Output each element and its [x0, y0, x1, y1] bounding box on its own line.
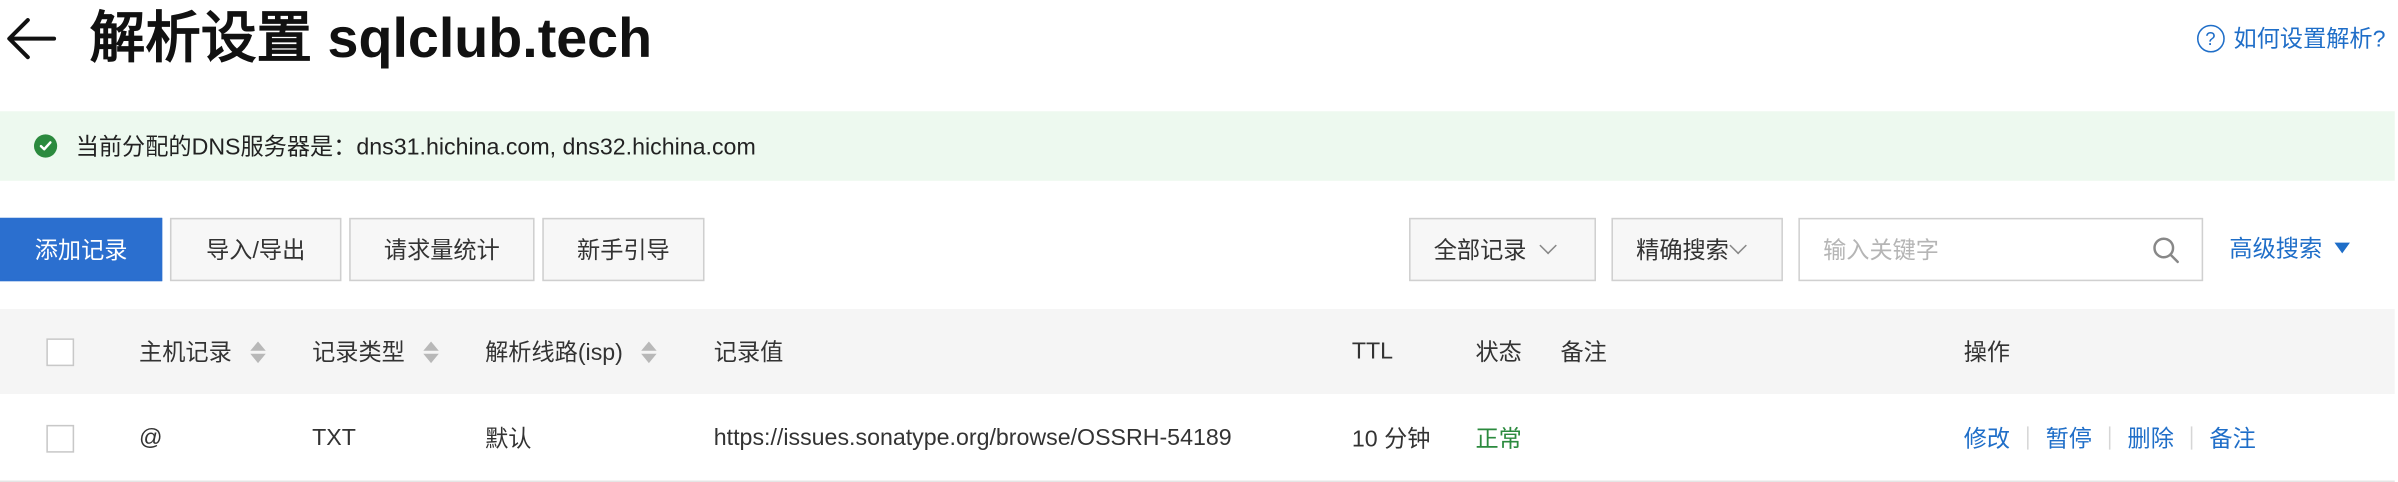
search-mode-select[interactable]: 精确搜索	[1611, 217, 1783, 282]
keyword-search-box	[1798, 217, 2204, 283]
dns-settings-page: 解析设置 sqlclub.tech ? 如何设置解析? 当前分配的DNS服务器是…	[0, 0, 2398, 482]
dns-server-banner: 当前分配的DNS服务器是：dns31.hichina.com, dns32.hi…	[0, 111, 2395, 181]
page-title: 解析设置 sqlclub.tech	[89, 6, 653, 70]
record-ttl: 10 分钟	[1351, 426, 1431, 453]
column-header-actions: 操作	[1963, 339, 2011, 367]
add-record-button[interactable]: 添加记录	[0, 217, 163, 282]
row-checkbox[interactable]	[46, 424, 75, 452]
column-type-label: 记录类型	[312, 339, 405, 367]
chevron-down-icon	[1539, 236, 1557, 255]
help-link-label: 如何设置解析?	[2233, 26, 2386, 53]
action-divider	[2108, 426, 2111, 450]
help-link[interactable]: ? 如何设置解析?	[2196, 22, 2385, 54]
record-type-filter-select[interactable]: 全部记录	[1409, 217, 1596, 282]
request-stats-button[interactable]: 请求量统计	[349, 217, 535, 282]
select-all-cell	[46, 309, 75, 394]
row-select-cell	[46, 396, 75, 481]
column-host-label: 主机记录	[139, 339, 232, 367]
question-circle-icon: ?	[2196, 23, 2225, 52]
row-actions: 修改 暂停 删除 备注	[1964, 396, 2256, 481]
pause-link[interactable]: 暂停	[2046, 422, 2092, 454]
remark-link[interactable]: 备注	[2209, 422, 2255, 454]
edit-link[interactable]: 修改	[1964, 422, 2010, 454]
advanced-search-toggle[interactable]: 高级搜索	[2229, 232, 2350, 264]
search-icon[interactable]	[2152, 236, 2180, 264]
record-type: TXT	[312, 424, 356, 452]
column-header-value: 记录值	[713, 339, 784, 367]
chevron-down-icon	[1729, 236, 1747, 255]
sort-icon[interactable]	[641, 340, 657, 363]
keyword-search-input[interactable]	[1799, 219, 2151, 283]
record-line: 默认	[485, 426, 532, 453]
select-all-checkbox[interactable]	[46, 337, 75, 366]
dns-server-text: 当前分配的DNS服务器是：dns31.hichina.com, dns32.hi…	[75, 134, 756, 161]
column-header-status: 状态	[1475, 339, 1522, 367]
sort-icon[interactable]	[250, 340, 266, 363]
column-header-host: 主机记录	[139, 309, 266, 394]
column-header-ttl: TTL	[1351, 338, 1394, 365]
column-header-remark: 备注	[1560, 339, 1607, 367]
advanced-search-label: 高级搜索	[2229, 236, 2323, 263]
beginner-guide-button[interactable]: 新手引导	[542, 217, 705, 282]
table-row: @ TXT 默认 https://issues.sonatype.org/bro…	[0, 395, 2395, 482]
sort-icon[interactable]	[423, 340, 439, 363]
record-host: @	[139, 424, 163, 452]
caret-down-icon	[2334, 242, 2350, 254]
column-line-label: 解析线路(isp)	[485, 339, 623, 367]
delete-link[interactable]: 删除	[2128, 422, 2174, 454]
check-circle-icon	[33, 134, 58, 158]
import-export-button[interactable]: 导入/导出	[169, 217, 342, 282]
record-type-filter-value: 全部记录	[1433, 237, 1527, 265]
action-divider	[2027, 426, 2029, 450]
column-header-line: 解析线路(isp)	[485, 309, 657, 394]
record-status: 正常	[1475, 426, 1522, 453]
action-divider	[2190, 426, 2193, 450]
column-header-type: 记录类型	[312, 309, 439, 394]
record-value: https://issues.sonatype.org/browse/OSSRH…	[713, 424, 1232, 452]
records-table-header: 主机记录 记录类型 解析线路(isp) 记录值 TTL 状态 备注 操作	[0, 309, 2395, 394]
search-mode-value: 精确搜索	[1636, 237, 1729, 265]
back-arrow-icon[interactable]	[5, 15, 58, 61]
